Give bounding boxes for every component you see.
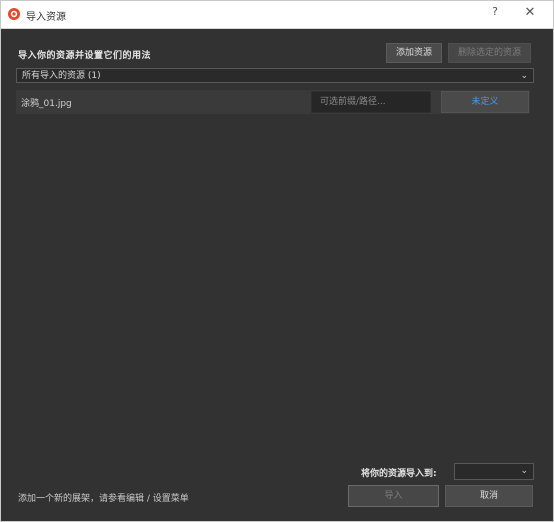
close-icon[interactable]: ✕	[521, 5, 539, 23]
import-destination-label: 将你的资源导入到:	[361, 469, 437, 479]
chevron-down-icon: ⌄	[520, 466, 528, 476]
asset-filename: 涂鸦_01.jpg	[21, 99, 72, 109]
app-logo-icon	[8, 8, 20, 20]
title-bar: 导入资源 ? ✕	[1, 1, 553, 29]
asset-row[interactable]: 涂鸦_01.jpg 可选前缀/路径... 未定义	[16, 90, 530, 114]
import-button[interactable]: 导入	[348, 485, 439, 507]
footer-hint: 添加一个新的展架，请参看编辑 / 设置菜单	[18, 494, 189, 504]
usage-type-button[interactable]: 未定义	[441, 91, 529, 113]
section-heading: 导入你的资源并设置它们的用法	[18, 51, 152, 61]
import-destination-dropdown[interactable]: ⌄	[454, 463, 534, 480]
prefix-path-input[interactable]: 可选前缀/路径...	[311, 91, 431, 113]
asset-filter-dropdown[interactable]: 所有导入的资源 (1) ⌄	[16, 68, 534, 83]
cancel-button[interactable]: 取消	[445, 485, 533, 507]
help-icon[interactable]: ?	[488, 5, 502, 23]
add-resource-button[interactable]: 添加资源	[386, 43, 442, 63]
dialog-body: 导入你的资源并设置它们的用法 添加资源 删除选定的资源 所有导入的资源 (1) …	[1, 29, 553, 521]
chevron-down-icon: ⌄	[520, 71, 528, 81]
window-title: 导入资源	[26, 12, 66, 23]
remove-selected-button[interactable]: 删除选定的资源	[448, 43, 531, 63]
asset-filter-value: 所有导入的资源 (1)	[22, 71, 101, 81]
import-resources-dialog: 导入资源 ? ✕ 导入你的资源并设置它们的用法 添加资源 删除选定的资源 所有导…	[0, 0, 554, 522]
